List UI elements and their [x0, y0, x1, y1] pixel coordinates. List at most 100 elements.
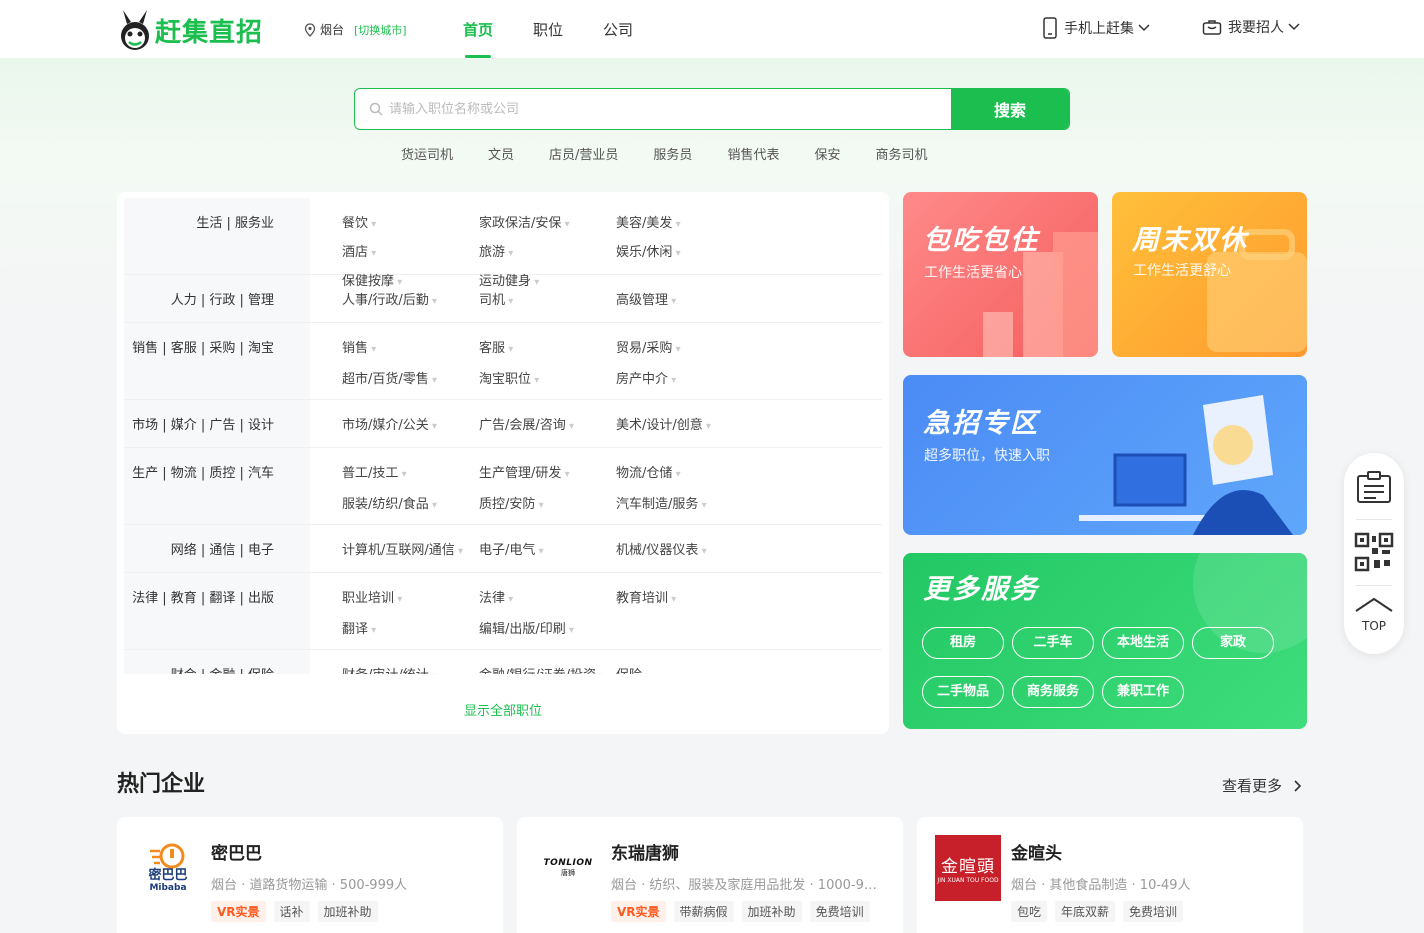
back-to-top-label[interactable]: TOP — [1344, 619, 1404, 633]
company-meta: 烟台 · 纺织、服装及家庭用品批发 · 1000-9999人 — [611, 878, 881, 893]
category-item[interactable]: 餐饮 — [342, 212, 479, 241]
category-items: 普工/技工 生产管理/研发 物流/仓储 服装/纺织/食品 质控/安防 汽车制造/… — [310, 448, 882, 524]
company-name: 密巴巴 — [211, 844, 262, 864]
category-item[interactable]: 超市/百货/零售 — [342, 368, 479, 397]
category-title: 财会 | 金融 | 保险 — [124, 650, 310, 674]
category-item[interactable]: 法律 — [479, 587, 616, 616]
benefit-tag: 年底双薪 — [1055, 901, 1116, 922]
banner-weekends-off[interactable]: 周末双休 工作生活更舒心 — [1112, 192, 1307, 357]
divider — [1356, 519, 1392, 520]
company-name: 金暄头 — [1011, 844, 1062, 864]
hot-tag[interactable]: 保安 — [814, 144, 840, 163]
category-item[interactable]: 美容/美发 — [616, 212, 753, 241]
location-selector[interactable]: 烟台 [切换城市] — [304, 21, 407, 38]
clipboard-icon[interactable] — [1354, 468, 1394, 508]
service-button-secondhand[interactable]: 二手物品 — [922, 676, 1004, 708]
benefit-tag: 免费培训 — [1123, 901, 1184, 922]
company-meta: 烟台 · 其他食品制造 · 10-49人 — [1011, 878, 1191, 893]
company-logo-subtext: 唐狮 — [561, 869, 575, 877]
company-card[interactable]: TONLION 唐狮 东瑞唐狮 烟台 · 纺织、服装及家庭用品批发 · 1000… — [517, 817, 903, 933]
category-item[interactable]: 旅游 — [479, 241, 616, 270]
hot-tag[interactable]: 商务司机 — [875, 144, 927, 163]
category-item[interactable]: 广告/会展/咨询 — [479, 414, 616, 443]
hot-tag[interactable]: 文员 — [488, 144, 514, 163]
mobile-app-menu[interactable]: 手机上赶集 — [1042, 17, 1150, 39]
category-item[interactable]: 编辑/出版/印刷 — [479, 618, 616, 647]
category-item[interactable]: 计算机/互联网/通信 — [342, 539, 479, 568]
hot-tag[interactable]: 销售代表 — [727, 144, 779, 163]
service-button-rent[interactable]: 租房 — [922, 627, 1004, 659]
category-item[interactable]: 娱乐/休闲 — [616, 241, 753, 270]
category-item[interactable]: 教育培训 — [616, 587, 753, 616]
qr-code-icon[interactable] — [1354, 532, 1394, 572]
divider — [1356, 585, 1392, 586]
hot-tag[interactable]: 店员/营业员 — [549, 144, 618, 163]
company-card[interactable]: 金暄頭 JIN XUAN TOU FOOD 金暄头 烟台 · 其他食品制造 · … — [917, 817, 1303, 933]
chevron-down-icon — [1288, 23, 1300, 31]
banner-title: 周末双休 — [1132, 225, 1248, 256]
hot-tag[interactable]: 服务员 — [653, 144, 692, 163]
category-items: 销售 客服 贸易/采购 超市/百货/零售 淘宝职位 房产中介 — [310, 323, 882, 399]
category-item[interactable]: 市场/媒介/公关 — [342, 414, 479, 443]
category-item[interactable]: 普工/技工 — [342, 462, 479, 491]
category-item[interactable]: 销售 — [342, 337, 479, 366]
benefit-tag: 包吃 — [1011, 901, 1048, 922]
recruit-menu[interactable]: 我要招人 — [1202, 17, 1300, 37]
company-tags: VR实景 带薪病假 加班补助 免费培训 — [611, 901, 878, 922]
category-item[interactable]: 翻译 — [342, 618, 479, 647]
company-tags: 包吃 年底双薪 免费培训 — [1011, 901, 1191, 922]
category-item[interactable]: 司机 — [479, 289, 616, 318]
company-card[interactable]: 密巴巴 Mibaba 密巴巴 烟台 · 道路货物运输 · 500-999人 VR… — [117, 817, 503, 933]
banner-title: 更多服务 — [923, 574, 1039, 605]
nav-home[interactable]: 首页 — [463, 19, 493, 58]
service-button-used-car[interactable]: 二手车 — [1012, 627, 1094, 659]
logo[interactable]: 赶集直招 — [117, 8, 263, 52]
category-item[interactable]: 生产管理/研发 — [479, 462, 616, 491]
category-items: 财务/审计/统计 金融/银行/证券/投资 保险 — [310, 650, 882, 674]
category-item[interactable]: 质控/安防 — [479, 493, 616, 522]
service-button-local-life[interactable]: 本地生活 — [1102, 627, 1184, 659]
category-item[interactable]: 金融/银行/证券/投资 — [479, 664, 616, 674]
category-item[interactable]: 职业培训 — [342, 587, 479, 616]
company-logo-text: 金暄頭 — [941, 857, 995, 877]
category-item[interactable]: 财务/审计/统计 — [342, 664, 479, 674]
category-item[interactable]: 高级管理 — [616, 289, 753, 318]
see-more-link[interactable]: 查看更多 — [1222, 775, 1304, 796]
category-item[interactable]: 保险 — [616, 664, 753, 674]
search-button[interactable]: 搜索 — [951, 89, 1069, 129]
category-item[interactable]: 美术/设计/创意 — [616, 414, 753, 443]
category-item[interactable]: 淘宝职位 — [479, 368, 616, 397]
category-item[interactable]: 汽车制造/服务 — [616, 493, 753, 522]
switch-city-link[interactable]: [切换城市] — [354, 22, 407, 38]
nav-jobs[interactable]: 职位 — [533, 19, 563, 58]
nav-companies[interactable]: 公司 — [603, 19, 633, 58]
banner-room-board[interactable]: 包吃包住 工作生活更省心 — [903, 192, 1098, 357]
company-logo-subtext: JIN XUAN TOU FOOD — [937, 877, 999, 884]
vr-badge: VR实景 — [611, 901, 666, 922]
service-button-part-time[interactable]: 兼职工作 — [1102, 676, 1184, 708]
service-button-business[interactable]: 商务服务 — [1012, 676, 1094, 708]
category-item[interactable]: 客服 — [479, 337, 616, 366]
category-item[interactable]: 服装/纺织/食品 — [342, 493, 479, 522]
location-pin-icon — [304, 22, 316, 37]
category-item[interactable]: 家政保洁/安保 — [479, 212, 616, 241]
search-input[interactable] — [389, 101, 929, 117]
category-item[interactable]: 贸易/采购 — [616, 337, 753, 366]
category-item[interactable]: 房产中介 — [616, 368, 753, 397]
category-item[interactable]: 机械/仪器仪表 — [616, 539, 753, 568]
banner-urgent-hiring[interactable]: 急招专区 超多职位，快速入职 — [903, 375, 1307, 535]
service-button-housekeeping[interactable]: 家政 — [1192, 627, 1274, 659]
chevron-right-icon — [1294, 779, 1302, 792]
category-item[interactable]: 物流/仓储 — [616, 462, 753, 491]
category-items: 市场/媒介/公关 广告/会展/咨询 美术/设计/创意 — [310, 400, 882, 447]
back-to-top-icon[interactable] — [1354, 596, 1394, 614]
category-item[interactable]: 电子/电气 — [479, 539, 616, 568]
benefit-tag: 免费培训 — [809, 901, 870, 922]
category-item[interactable]: 酒店 — [342, 241, 479, 270]
category-item[interactable]: 人事/行政/后勤 — [342, 289, 479, 318]
show-all-jobs-link[interactable]: 显示全部职位 — [117, 700, 889, 719]
see-more-label: 查看更多 — [1222, 777, 1283, 795]
hot-tag[interactable]: 货运司机 — [401, 144, 453, 163]
category-items: 职业培训 法律 教育培训 翻译 编辑/出版/印刷 — [310, 573, 882, 649]
category-row: 市场 | 媒介 | 广告 | 设计 市场/媒介/公关 广告/会展/咨询 美术/设… — [124, 400, 882, 448]
